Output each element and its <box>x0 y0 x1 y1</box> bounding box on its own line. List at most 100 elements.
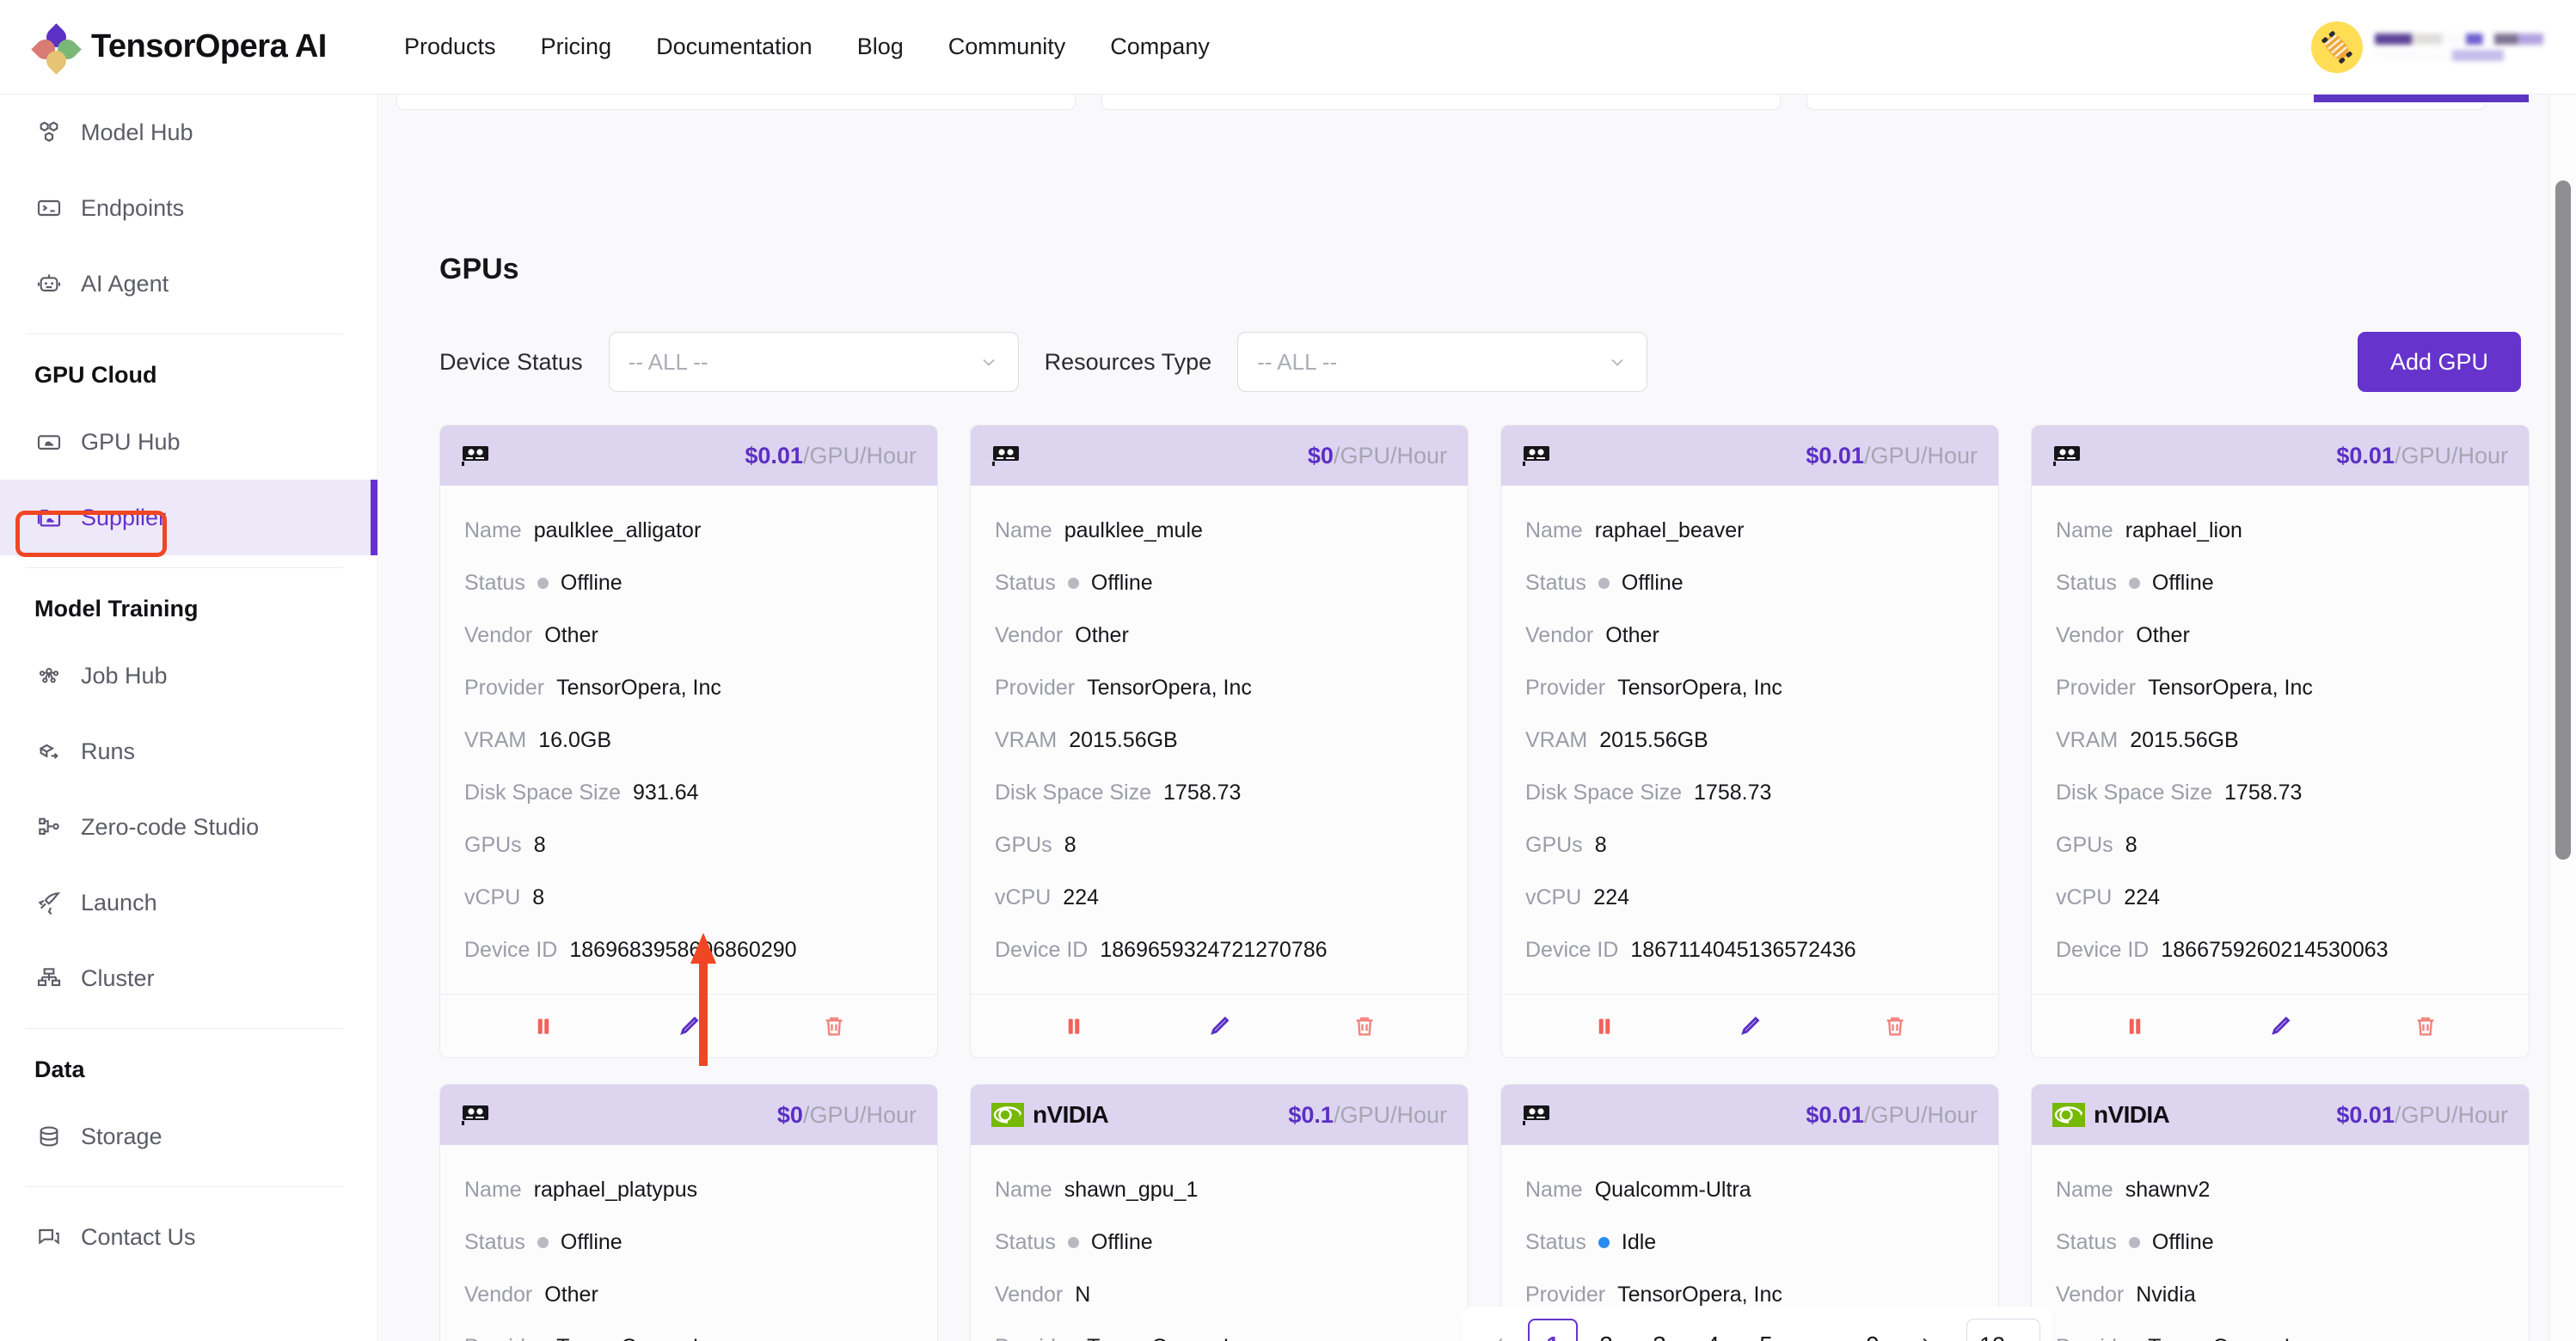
nav-item-pricing[interactable]: Pricing <box>541 34 612 60</box>
pause-button[interactable] <box>2119 1010 2151 1043</box>
delete-button[interactable] <box>818 1010 850 1043</box>
account-name-redacted <box>2375 34 2543 61</box>
gpu-provider-value: TensorOpera, Inc <box>2148 1335 2313 1341</box>
sidebar-item-runs[interactable]: Runs <box>0 713 377 789</box>
page-size-select[interactable]: 12 <box>1966 1319 2040 1341</box>
gpu-vendor-label: Vendor <box>2056 623 2125 647</box>
active-tab-indicator <box>2314 95 2529 102</box>
account-area[interactable] <box>2311 0 2543 95</box>
pagination-page-3[interactable]: 3 <box>1635 1319 1684 1341</box>
skateboard-avatar-icon[interactable] <box>2311 21 2363 73</box>
sidebar-item-label: Cluster <box>81 964 155 991</box>
nav-item-community[interactable]: Community <box>948 34 1066 60</box>
pagination-page-9[interactable]: 9 <box>1848 1319 1898 1341</box>
gpu-disk-space-value: 931.64 <box>633 781 699 805</box>
gpu-status-value: Idle <box>1621 1230 1657 1254</box>
flow-icon <box>34 812 64 842</box>
gpu-card[interactable]: $0/GPU/Hour Name raphael_platypus Status… <box>439 1084 938 1341</box>
page-scrollbar[interactable] <box>2548 95 2576 1341</box>
gpu-card[interactable]: $0.01/GPU/Hour Name raphael_lion Status … <box>2031 425 2530 1058</box>
gpu-disk-space-label: Disk Space Size <box>2056 781 2213 805</box>
gpu-vram-value: 2015.56GB <box>2130 728 2239 752</box>
gpu-card[interactable]: $0.01/GPU/Hour Name Qualcomm-Ultra Statu… <box>1500 1084 1999 1341</box>
pause-button[interactable] <box>1588 1010 1621 1043</box>
sidebar-item-cluster[interactable]: Cluster <box>0 940 377 1016</box>
device-status-select[interactable]: -- ALL -- <box>608 332 1019 392</box>
sidebar-item-contact-us[interactable]: Contact Us <box>0 1199 377 1275</box>
sidebar-item-launch[interactable]: Launch <box>0 865 377 940</box>
gpu-name-value: shawn_gpu_1 <box>1064 1178 1199 1202</box>
sidebar-item-gpu-hub[interactable]: GPU Hub <box>0 404 377 480</box>
gpu-name-value: shawnv2 <box>2125 1178 2211 1202</box>
status-dot <box>537 1237 549 1248</box>
chevron-down-icon <box>2010 1335 2027 1341</box>
pause-button[interactable] <box>527 1010 560 1043</box>
nav-item-products[interactable]: Products <box>404 34 496 60</box>
gpu-vcpu-label: vCPU <box>1525 885 1582 909</box>
delete-button[interactable] <box>2409 1010 2442 1043</box>
gpu-status-row: Status Offline <box>2056 1216 2505 1269</box>
edit-button[interactable] <box>2264 1010 2297 1043</box>
resources-type-select[interactable]: -- ALL -- <box>1237 332 1648 392</box>
pagination-ellipsis[interactable]: ••• <box>1794 1319 1844 1341</box>
edit-button[interactable] <box>1203 1010 1236 1043</box>
nav-item-company[interactable]: Company <box>1110 34 1210 60</box>
gpu-provider-row: Provider TensorOpera, Inc <box>464 1321 913 1341</box>
sidebar-item-endpoints[interactable]: Endpoints <box>0 170 377 246</box>
gpu-vendor-row: Vendor Other <box>1525 609 1974 662</box>
pagination-next-button[interactable] <box>1901 1319 1951 1341</box>
gpu-device-id-row: Device ID 1867114045136572436 <box>1525 924 1974 977</box>
gpu-name-row: Name paulklee_alligator <box>464 505 913 557</box>
gpu-card[interactable]: nVIDIA $0.01/GPU/Hour Name shawnv2 Statu… <box>2031 1084 2530 1341</box>
delete-button[interactable] <box>1348 1010 1381 1043</box>
gpu-price: $0.01/GPU/Hour <box>745 442 917 468</box>
tab-ghost-1[interactable] <box>396 95 1076 110</box>
sidebar-item-supplier[interactable]: Supplier <box>0 480 377 555</box>
status-dot <box>1067 578 1079 589</box>
gpu-card-icon <box>991 444 1021 467</box>
nav-item-blog[interactable]: Blog <box>857 34 904 60</box>
gpu-card-actions <box>2032 994 2529 1057</box>
pagination-page-5[interactable]: 5 <box>1741 1319 1791 1341</box>
gpu-card[interactable]: $0/GPU/Hour Name paulklee_mule Status Of… <box>970 425 1469 1058</box>
gpu-card[interactable]: $0.01/GPU/Hour Name raphael_beaver Statu… <box>1500 425 1999 1058</box>
gpu-provider-value: TensorOpera, Inc <box>2148 676 2313 700</box>
gpu-provider-row: Provider TensorOpera, Inc <box>1525 662 1974 714</box>
tab-ghost-2[interactable] <box>1101 95 1781 110</box>
gpu-status-label: Status <box>995 571 1056 595</box>
pagination: 1 2 3 4 5 ••• 9 12 <box>1463 1307 2052 1341</box>
gpu-name-row: Name shawn_gpu_1 <box>995 1164 1444 1216</box>
nav-item-documentation[interactable]: Documentation <box>656 34 813 60</box>
sidebar-group-gpu-cloud: GPU Cloud <box>34 362 157 388</box>
gpu-status-row: Status Offline <box>464 1216 913 1269</box>
add-gpu-button[interactable]: Add GPU <box>2357 332 2521 392</box>
gpu-count-value: 8 <box>2125 833 2137 857</box>
pagination-page-2[interactable]: 2 <box>1581 1319 1631 1341</box>
edit-button[interactable] <box>1733 1010 1766 1043</box>
gpu-device-id-label: Device ID <box>1525 938 1619 962</box>
gpu-status-label: Status <box>464 571 525 595</box>
status-dot <box>1598 1237 1610 1248</box>
gpu-vendor-value: Other <box>1075 623 1129 647</box>
sidebar-item-ai-agent[interactable]: AI Agent <box>0 246 377 321</box>
brand-logo[interactable]: TensorOpera AI <box>0 22 378 75</box>
sidebar-item-model-hub[interactable]: Model Hub <box>0 95 377 170</box>
gpu-card-header: $0/GPU/Hour <box>440 1085 937 1145</box>
sidebar-item-job-hub[interactable]: Job Hub <box>0 638 377 713</box>
sidebar-item-zero-code-studio[interactable]: Zero-code Studio <box>0 789 377 865</box>
gpu-vcpu-label: vCPU <box>995 885 1052 909</box>
scrollbar-thumb[interactable] <box>2555 181 2571 860</box>
pagination-page-1[interactable]: 1 <box>1528 1319 1578 1341</box>
gpu-card[interactable]: nVIDIA $0.1/GPU/Hour Name shawn_gpu_1 St… <box>970 1084 1469 1341</box>
pause-button[interactable] <box>1058 1010 1090 1043</box>
gpu-card-icon <box>461 1104 490 1126</box>
delete-button[interactable] <box>1879 1010 1911 1043</box>
tensoropera-flower-logo-icon <box>31 22 82 75</box>
pagination-prev-button[interactable] <box>1475 1319 1524 1341</box>
gpu-price: $0.01/GPU/Hour <box>2336 442 2508 468</box>
device-status-label: Device Status <box>439 348 583 375</box>
sidebar-item-storage[interactable]: Storage <box>0 1099 377 1174</box>
pagination-page-4[interactable]: 4 <box>1688 1319 1738 1341</box>
sidebar-item-label: Storage <box>81 1123 163 1149</box>
edit-button-annotation-arrow <box>688 933 719 1066</box>
